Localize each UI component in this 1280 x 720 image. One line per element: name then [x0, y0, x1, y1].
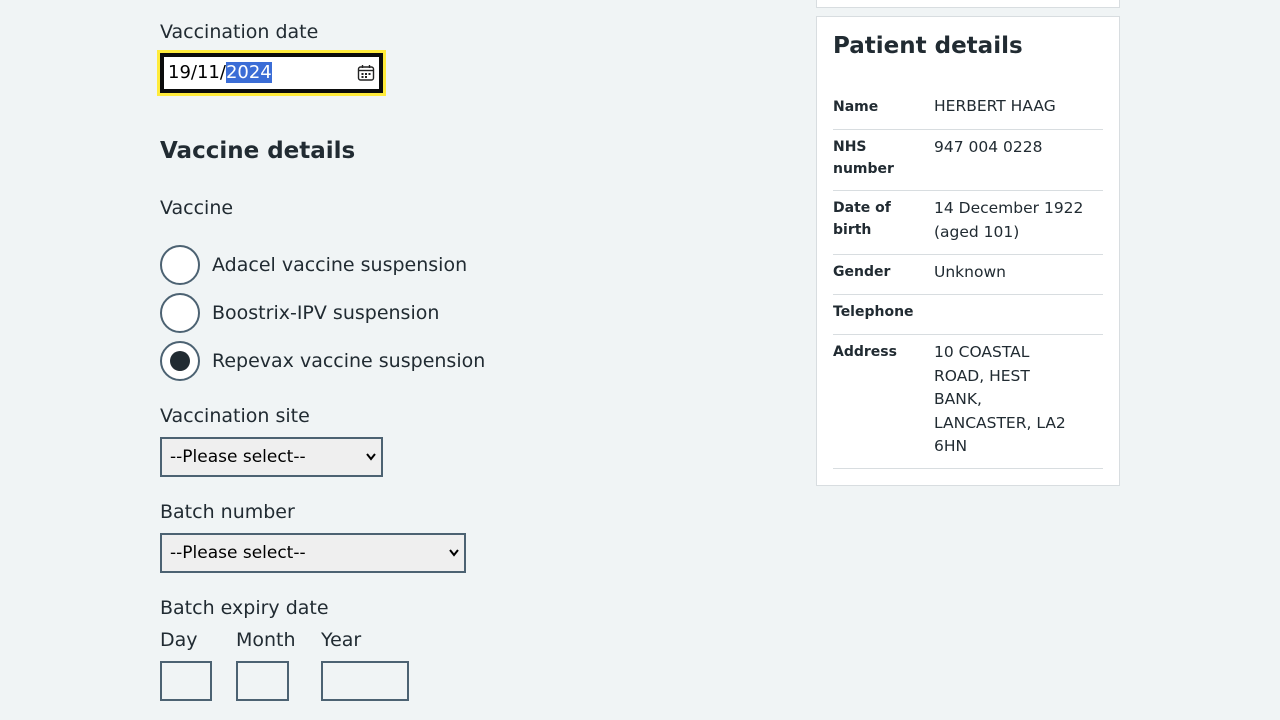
chevron-down-icon: [366, 453, 376, 461]
vaccination-date-day-month: 19/11/: [168, 62, 226, 83]
expiry-year-label: Year: [321, 629, 362, 651]
radio-adacel[interactable]: Adacel vaccine suspension: [160, 245, 467, 285]
patient-row-name: Name HERBERT HAAG: [833, 93, 1103, 130]
radio-label: Boostrix-IPV suspension: [212, 302, 440, 324]
batch-expiry-label: Batch expiry date: [160, 597, 329, 619]
expiry-year-input[interactable]: [321, 661, 409, 701]
vaccination-site-label: Vaccination site: [160, 405, 310, 427]
row-value: HERBERT HAAG: [934, 97, 1056, 115]
radio-button[interactable]: [160, 245, 200, 285]
row-value: Unknown: [934, 263, 1006, 281]
vaccination-site-select[interactable]: --Please select--: [160, 437, 383, 477]
expiry-day-label: Day: [160, 629, 198, 651]
row-value: 947 004 0228: [934, 138, 1043, 156]
patient-row-nhs-number: NHS number 947 004 0228: [833, 130, 1103, 191]
row-key: Date of birth: [833, 200, 891, 238]
patient-row-telephone: Telephone: [833, 295, 1103, 335]
row-key: Name: [833, 99, 879, 115]
expiry-day-input[interactable]: [160, 661, 212, 701]
row-key: Address: [833, 344, 897, 360]
vaccination-date-label: Vaccination date: [160, 21, 319, 43]
patient-details-card: Patient details Name HERBERT HAAG NHS nu…: [816, 16, 1120, 486]
vaccine-label: Vaccine: [160, 197, 234, 219]
patient-row-address: Address 10 COASTAL ROAD, HEST BANK, LANC…: [833, 335, 1103, 469]
patient-row-date-of-birth: Date of birth 14 December 1922 (aged 101…: [833, 191, 1103, 255]
row-key: Gender: [833, 264, 891, 280]
row-key: Telephone: [833, 304, 914, 320]
batch-number-select[interactable]: --Please select--: [160, 533, 466, 573]
radio-boostrix[interactable]: Boostrix-IPV suspension: [160, 293, 439, 333]
batch-number-value: --Please select--: [170, 543, 306, 563]
vaccine-details-heading: Vaccine details: [160, 138, 356, 164]
vaccination-date-year-selected: 2024: [225, 62, 272, 83]
radio-repevax[interactable]: Repevax vaccine suspension: [160, 341, 485, 381]
vaccination-site-value: --Please select--: [170, 447, 306, 467]
batch-number-label: Batch number: [160, 501, 295, 523]
vaccination-date-input[interactable]: 19/11/2024: [160, 53, 383, 93]
row-value: 14 December 1922 (aged 101): [934, 199, 1084, 241]
patient-row-gender: Gender Unknown: [833, 255, 1103, 295]
radio-label: Adacel vaccine suspension: [212, 254, 468, 276]
radio-button[interactable]: [160, 293, 200, 333]
radio-button-selected[interactable]: [160, 341, 200, 381]
expiry-month-input[interactable]: [236, 661, 289, 701]
expiry-month-label: Month: [236, 629, 296, 651]
vaccination-date-focus-ring: 19/11/2024: [157, 50, 386, 96]
calendar-icon[interactable]: [357, 64, 375, 82]
radio-label: Repevax vaccine suspension: [212, 350, 486, 372]
previous-card-edge: [816, 0, 1120, 8]
row-value: 10 COASTAL ROAD, HEST BANK, LANCASTER, L…: [934, 343, 1066, 455]
row-key: NHS number: [833, 139, 894, 177]
page: Vaccination date 19/11/2024 Vaccine deta…: [0, 0, 1280, 720]
patient-details-title: Patient details: [833, 33, 1023, 59]
chevron-down-icon: [449, 549, 459, 557]
